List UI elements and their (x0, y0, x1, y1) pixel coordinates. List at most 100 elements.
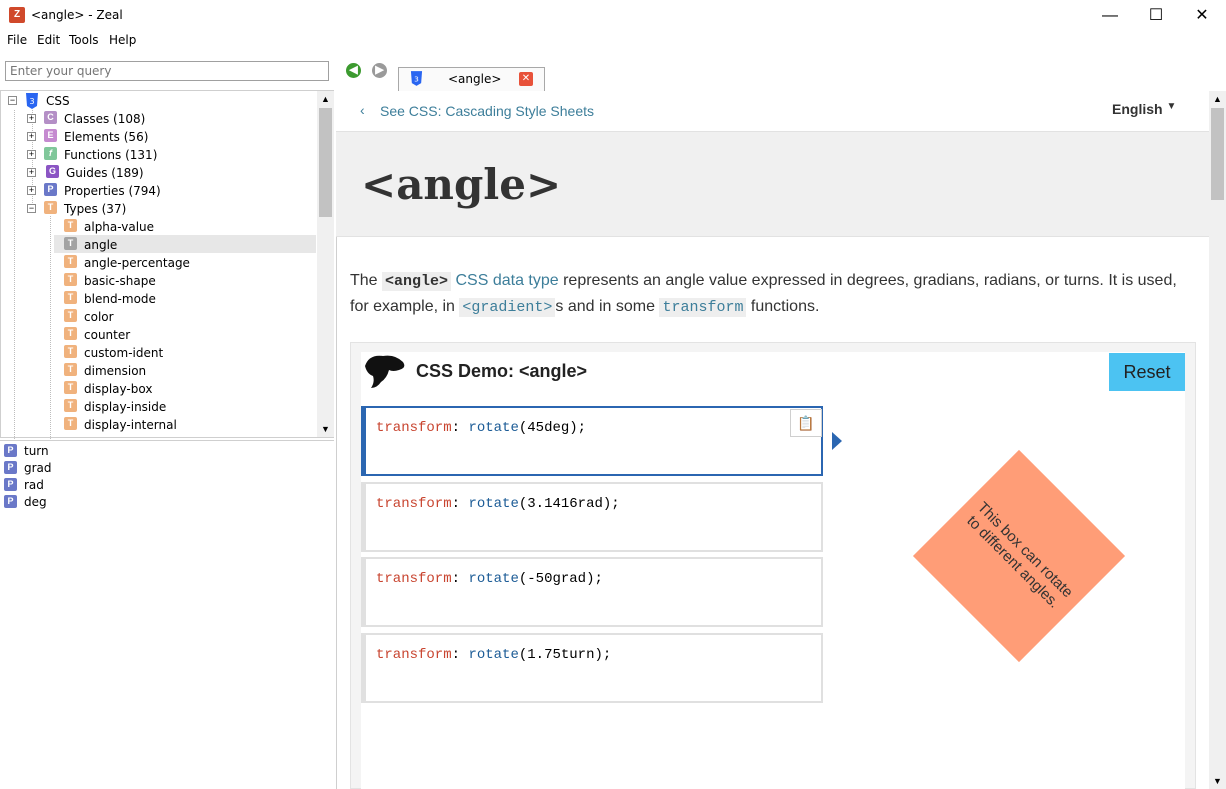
tree-item-type[interactable]: angle-percentage (84, 254, 190, 272)
property-icon: P (4, 461, 17, 474)
tree-item-functions[interactable]: Functions (131) (64, 146, 157, 164)
property-icon: P (4, 495, 17, 508)
css-function: rotate (468, 496, 519, 512)
rotating-demo-box: This box can rotate to different angles. (912, 449, 1126, 663)
copy-clipboard-icon[interactable]: 📋 (790, 409, 822, 437)
window-title: <angle> - Zeal (31, 8, 123, 22)
css-property: transform (376, 647, 452, 663)
css-function: rotate (468, 571, 519, 587)
minimize-button[interactable]: — (1087, 0, 1133, 31)
tree-item-type[interactable]: display-inside (84, 398, 166, 416)
elements-icon: E (44, 129, 57, 142)
scroll-up-arrow-icon[interactable]: ▲ (1209, 91, 1226, 107)
scroll-thumb[interactable] (319, 108, 332, 217)
intro-text: functions. (746, 298, 820, 315)
type-icon: T (64, 255, 77, 268)
tree-item-css[interactable]: CSS (46, 92, 70, 110)
close-button[interactable]: ✕ (1179, 0, 1225, 31)
scroll-up-arrow-icon[interactable]: ▲ (317, 91, 334, 107)
functions-icon: f (44, 147, 57, 160)
transform-link[interactable]: transform (659, 298, 747, 317)
menu-file[interactable]: File (7, 33, 27, 47)
tree-item-type[interactable]: alpha-value (84, 218, 154, 236)
type-icon: T (64, 399, 77, 412)
type-icon: T (64, 219, 77, 232)
css-property: transform (376, 420, 452, 436)
tree-scrollbar[interactable]: ▲ ▼ (317, 91, 334, 437)
svg-text:3: 3 (29, 97, 34, 106)
expand-toggle[interactable]: + (27, 132, 36, 141)
expand-toggle[interactable]: + (27, 168, 36, 177)
css-argument: (1.75turn); (518, 647, 612, 663)
expand-toggle[interactable]: + (27, 150, 36, 159)
type-icon: T (64, 363, 77, 376)
inline-code: <angle> (382, 272, 452, 291)
result-item[interactable]: deg (24, 493, 47, 511)
types-icon: T (44, 201, 57, 214)
result-item[interactable]: grad (24, 459, 52, 477)
code-example[interactable]: transform: rotate(45deg); (361, 406, 823, 476)
tree-item-type[interactable]: custom-ident (84, 344, 163, 362)
tree-item-types[interactable]: Types (37) (64, 200, 126, 218)
tree-item-guides[interactable]: Guides (189) (66, 164, 144, 182)
tree-item-type[interactable]: blend-mode (84, 290, 156, 308)
chevron-left-icon[interactable]: ‹ (360, 102, 365, 118)
type-icon: T (64, 345, 77, 358)
maximize-button[interactable]: ☐ (1133, 0, 1179, 31)
property-icon: P (4, 478, 17, 491)
tree-item-type[interactable]: display-internal (84, 416, 177, 434)
content-scrollbar[interactable]: ▲ ▼ (1209, 91, 1226, 789)
expand-toggle[interactable]: + (27, 114, 36, 123)
tab-angle[interactable]: 3 <angle> ✕ (398, 67, 545, 91)
language-select[interactable]: English ▼ (1112, 101, 1176, 117)
language-label: English (1112, 101, 1163, 117)
reset-button[interactable]: Reset (1109, 353, 1185, 391)
tree-item-type[interactable]: counter (84, 326, 130, 344)
css-argument: (3.1416rad); (518, 496, 620, 512)
css-property: transform (376, 571, 452, 587)
tree-item-type[interactable]: dimension (84, 362, 146, 380)
back-arrow-icon[interactable]: ◀ (346, 63, 361, 78)
tree-item-type[interactable]: basic-shape (84, 272, 156, 290)
code-example[interactable]: transform: rotate(-50grad); (361, 557, 823, 627)
tree-item-type[interactable]: display-box (84, 380, 152, 398)
close-tab-icon[interactable]: ✕ (519, 72, 533, 86)
tree-item-classes[interactable]: Classes (108) (64, 110, 145, 128)
demo-box-text: This box can rotate to different angles. (912, 449, 1126, 663)
tree-item-type-selected[interactable]: angle (84, 236, 117, 254)
css-property: transform (376, 496, 452, 512)
active-arrow-icon (832, 432, 842, 450)
scroll-down-arrow-icon[interactable]: ▼ (1209, 773, 1226, 789)
css-data-type-link[interactable]: CSS data type (455, 272, 558, 289)
tree-item-type[interactable]: color (84, 308, 114, 326)
code-example[interactable]: transform: rotate(1.75turn); (361, 633, 823, 703)
menu-help[interactable]: Help (109, 33, 136, 47)
scroll-thumb[interactable] (1211, 108, 1224, 200)
property-icon: P (4, 444, 17, 457)
menu-tools[interactable]: Tools (69, 33, 99, 47)
css-function: rotate (468, 420, 519, 436)
forward-arrow-icon[interactable]: ▶ (372, 63, 387, 78)
css-argument: (-50grad); (518, 571, 603, 587)
title-bar: Z <angle> - Zeal — ☐ ✕ (0, 0, 1226, 31)
breadcrumb-link[interactable]: See CSS: Cascading Style Sheets (380, 103, 594, 119)
scroll-down-arrow-icon[interactable]: ▼ (317, 421, 334, 437)
svg-text:3: 3 (414, 74, 419, 83)
collapse-toggle[interactable]: − (8, 96, 17, 105)
tree-item-elements[interactable]: Elements (56) (64, 128, 148, 146)
tree-item-properties[interactable]: Properties (794) (64, 182, 161, 200)
type-icon: T (64, 327, 77, 340)
result-item[interactable]: turn (24, 442, 49, 460)
gradient-link[interactable]: <gradient> (459, 298, 556, 317)
type-icon: T (64, 417, 77, 430)
demo-title: CSS Demo: <angle> (416, 361, 588, 381)
guides-icon: G (46, 165, 59, 178)
code-example[interactable]: transform: rotate(3.1416rad); (361, 482, 823, 552)
menu-bar (0, 31, 1226, 51)
expand-toggle[interactable]: + (27, 186, 36, 195)
collapse-toggle[interactable]: − (27, 204, 36, 213)
result-item[interactable]: rad (24, 476, 44, 494)
menu-edit[interactable]: Edit (37, 33, 60, 47)
search-input[interactable] (5, 61, 329, 81)
type-icon: T (64, 237, 77, 250)
